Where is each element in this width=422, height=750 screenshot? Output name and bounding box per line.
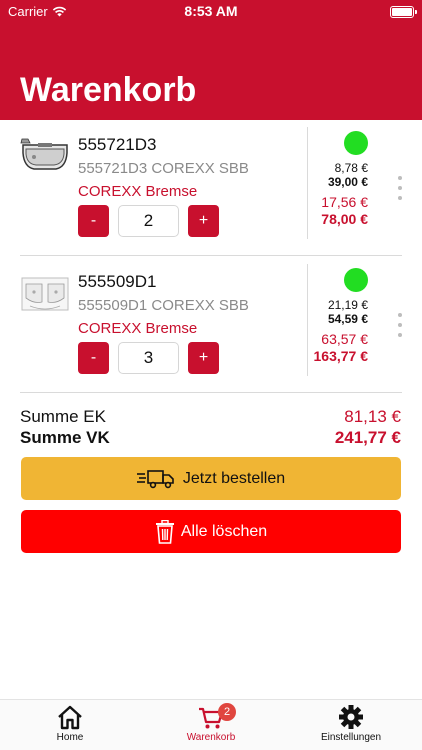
- decrease-quantity-button[interactable]: -: [78, 342, 109, 374]
- total-price-vk: 78,00 €: [321, 211, 368, 227]
- summary-vk-value: 241,77 €: [334, 428, 401, 447]
- total-price-vk: 163,77 €: [313, 348, 369, 364]
- availability-indicator: [344, 268, 368, 292]
- order-now-label: Jetzt bestellen: [182, 469, 286, 487]
- quantity-input[interactable]: [118, 205, 179, 237]
- increase-quantity-button[interactable]: +: [188, 342, 219, 374]
- header-bar: Carrier 8:53 AM Warenkorb: [0, 0, 422, 120]
- trash-icon: [155, 519, 174, 544]
- unit-price-vk: 54,59 €: [327, 312, 368, 326]
- decrease-quantity-button[interactable]: -: [78, 205, 109, 237]
- summary-ek-value: 81,13 €: [344, 407, 401, 426]
- home-icon: [58, 705, 82, 730]
- tab-settings-label: Einstellungen: [320, 732, 382, 743]
- item-brand: COREXX Bremse: [78, 320, 198, 337]
- item-number: 555721D3: [78, 135, 157, 154]
- increase-quantity-button[interactable]: +: [188, 205, 219, 237]
- more-options-icon[interactable]: [397, 176, 403, 200]
- delivery-truck-icon: [136, 469, 174, 488]
- page-title: Warenkorb: [20, 71, 197, 109]
- cart-item: 555721D3 555721D3 COREXX SBB COREXX Brem…: [0, 121, 422, 257]
- brake-pad-image: [20, 138, 68, 170]
- item-number: 555509D1: [78, 272, 157, 291]
- item-divider: [20, 255, 402, 256]
- more-options-icon[interactable]: [397, 313, 403, 337]
- tab-home-label: Home: [56, 732, 84, 743]
- status-time: 8:53 AM: [184, 3, 238, 19]
- price-divider: [307, 264, 308, 376]
- total-price-ek: 63,57 €: [321, 331, 368, 347]
- tab-cart-label: Warenkorb: [186, 732, 236, 743]
- availability-indicator: [344, 131, 368, 155]
- tab-home[interactable]: Home: [20, 704, 120, 743]
- quantity-input[interactable]: [118, 342, 179, 374]
- gear-icon: [339, 705, 363, 729]
- summary-vk-label: Summe VK: [20, 428, 110, 447]
- unit-price-ek: 8,78 €: [334, 161, 368, 175]
- delete-all-label: Alle löschen: [180, 522, 268, 540]
- unit-price-vk: 39,00 €: [327, 175, 368, 189]
- cart-count-badge: 2: [218, 703, 236, 721]
- item-description: 555721D3 COREXX SBB: [78, 160, 249, 177]
- price-divider: [307, 127, 308, 239]
- item-brand: COREXX Bremse: [78, 183, 198, 200]
- order-now-button[interactable]: Jetzt bestellen: [21, 457, 401, 500]
- item-divider: [20, 392, 402, 393]
- unit-price-ek: 21,19 €: [327, 298, 368, 312]
- tab-bar: Home 2 Warenkorb Einstellungen: [0, 699, 422, 750]
- summary-ek-label: Summe EK: [20, 407, 106, 426]
- battery-icon: [390, 6, 417, 18]
- delete-all-button[interactable]: Alle löschen: [21, 510, 401, 553]
- cart-item: 555509D1 555509D1 COREXX SBB COREXX Brem…: [0, 258, 422, 394]
- total-price-ek: 17,56 €: [321, 194, 368, 210]
- item-description: 555509D1 COREXX SBB: [78, 297, 249, 314]
- tab-settings[interactable]: Einstellungen: [301, 704, 401, 743]
- brake-pad-image: [21, 277, 69, 311]
- status-bar: Carrier 8:53 AM: [0, 0, 422, 24]
- tab-cart[interactable]: 2 Warenkorb: [161, 703, 261, 743]
